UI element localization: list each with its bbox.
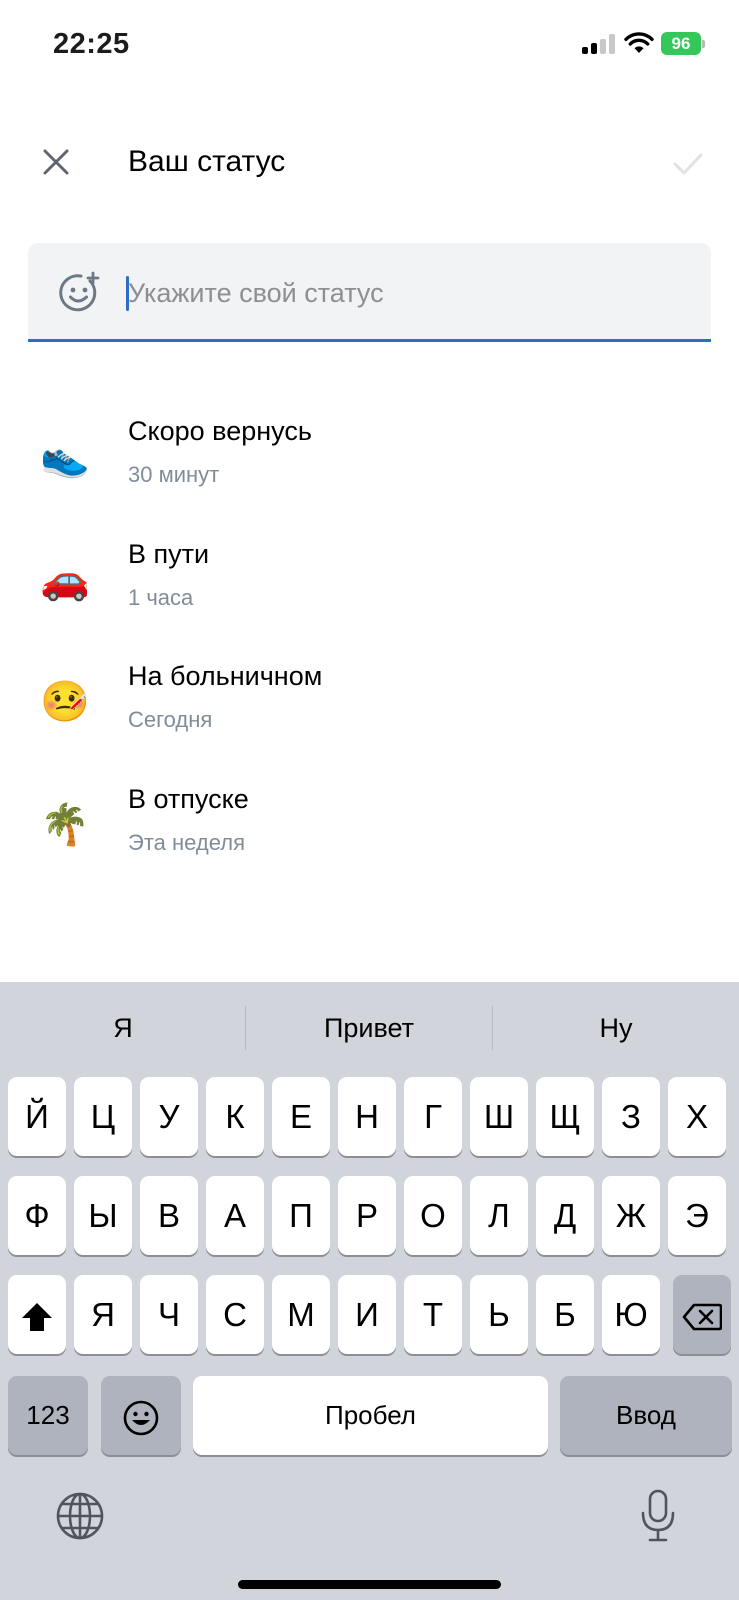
preset-item-vacation[interactable]: 🌴 В отпуске Эта неделя <box>0 776 739 886</box>
shift-icon <box>22 1303 52 1332</box>
preset-subtitle: Сегодня <box>128 707 213 732</box>
battery-level: 96 <box>661 32 701 55</box>
key[interactable]: Р <box>338 1176 396 1255</box>
key[interactable]: Н <box>338 1077 396 1156</box>
suggestion-3[interactable]: Ну <box>493 1004 739 1052</box>
backspace-icon <box>682 1303 723 1331</box>
preset-subtitle: Эта неделя <box>128 830 245 855</box>
page-title: Ваш статус <box>128 145 286 178</box>
globe-icon <box>56 1492 104 1540</box>
key[interactable]: Д <box>536 1176 594 1255</box>
microphone-icon <box>641 1489 675 1542</box>
key[interactable]: П <box>272 1176 330 1255</box>
status-time: 22:25 <box>53 28 130 60</box>
keyboard: Я Привет Ну Й Ц У К Е Н Г Ш Щ З Х Ф Ы В … <box>0 982 739 1600</box>
key[interactable]: Ш <box>470 1077 528 1156</box>
key[interactable]: И <box>338 1275 396 1354</box>
key[interactable]: З <box>602 1077 660 1156</box>
sneaker-icon: 👟 <box>40 434 90 480</box>
preset-subtitle: 1 часа <box>128 585 194 610</box>
dictation-button[interactable] <box>630 1484 686 1548</box>
key[interactable]: Ы <box>74 1176 132 1255</box>
sick-face-icon: 🤒 <box>40 679 90 725</box>
key[interactable]: Г <box>404 1077 462 1156</box>
add-emoji-icon[interactable] <box>58 271 102 315</box>
key[interactable]: Э <box>668 1176 726 1255</box>
key[interactable]: К <box>206 1077 264 1156</box>
close-button[interactable] <box>36 142 76 182</box>
confirm-button[interactable] <box>668 144 708 184</box>
key[interactable]: Е <box>272 1077 330 1156</box>
key[interactable]: У <box>140 1077 198 1156</box>
key[interactable]: А <box>206 1176 264 1255</box>
return-key[interactable]: Ввод <box>560 1376 732 1455</box>
checkmark-icon <box>673 153 703 175</box>
key[interactable]: Т <box>404 1275 462 1354</box>
key[interactable]: Б <box>536 1275 594 1354</box>
space-key[interactable]: Пробел <box>193 1376 548 1455</box>
key[interactable]: В <box>140 1176 198 1255</box>
key[interactable]: М <box>272 1275 330 1354</box>
preset-item-back-soon[interactable]: 👟 Скоро вернусь 30 минут <box>0 408 739 518</box>
suggestion-1[interactable]: Я <box>0 1004 246 1052</box>
key[interactable]: Л <box>470 1176 528 1255</box>
close-icon <box>43 149 69 175</box>
preset-item-sick-leave[interactable]: 🤒 На больничном Сегодня <box>0 653 739 763</box>
emoji-key[interactable] <box>101 1376 181 1455</box>
preset-title: В отпуске <box>128 784 249 814</box>
palm-tree-icon: 🌴 <box>40 802 90 848</box>
key[interactable]: Ч <box>140 1275 198 1354</box>
key[interactable]: Ф <box>8 1176 66 1255</box>
shift-key[interactable] <box>8 1275 66 1354</box>
numbers-key[interactable]: 123 <box>8 1376 88 1455</box>
cellular-signal-icon <box>582 34 616 54</box>
key[interactable]: О <box>404 1176 462 1255</box>
car-icon: 🚗 <box>40 557 90 603</box>
preset-title: В пути <box>128 539 210 569</box>
key[interactable]: Х <box>668 1077 726 1156</box>
wifi-icon <box>624 32 654 53</box>
preset-subtitle: 30 минут <box>128 462 220 487</box>
suggestion-bar: Я Привет Ну <box>0 982 739 1072</box>
preset-title: Скоро вернусь <box>128 416 312 446</box>
suggestion-2[interactable]: Привет <box>246 1004 492 1052</box>
key[interactable]: Щ <box>536 1077 594 1156</box>
key[interactable]: Ж <box>602 1176 660 1255</box>
key[interactable]: Ю <box>602 1275 660 1354</box>
status-input[interactable] <box>128 265 688 321</box>
preset-item-on-the-way[interactable]: 🚗 В пути 1 часа <box>0 531 739 641</box>
backspace-key[interactable] <box>673 1275 731 1354</box>
emoji-icon <box>123 1400 159 1436</box>
key[interactable]: Я <box>74 1275 132 1354</box>
battery-icon: 96 <box>661 32 705 55</box>
key[interactable]: Й <box>8 1077 66 1156</box>
preset-title: На больничном <box>128 661 323 691</box>
key[interactable]: Ц <box>74 1077 132 1156</box>
status-input-container[interactable] <box>28 243 711 342</box>
globe-button[interactable] <box>52 1488 108 1544</box>
status-bar: 22:25 96 <box>0 0 739 90</box>
home-indicator <box>238 1580 501 1589</box>
key[interactable]: С <box>206 1275 264 1354</box>
key[interactable]: Ь <box>470 1275 528 1354</box>
